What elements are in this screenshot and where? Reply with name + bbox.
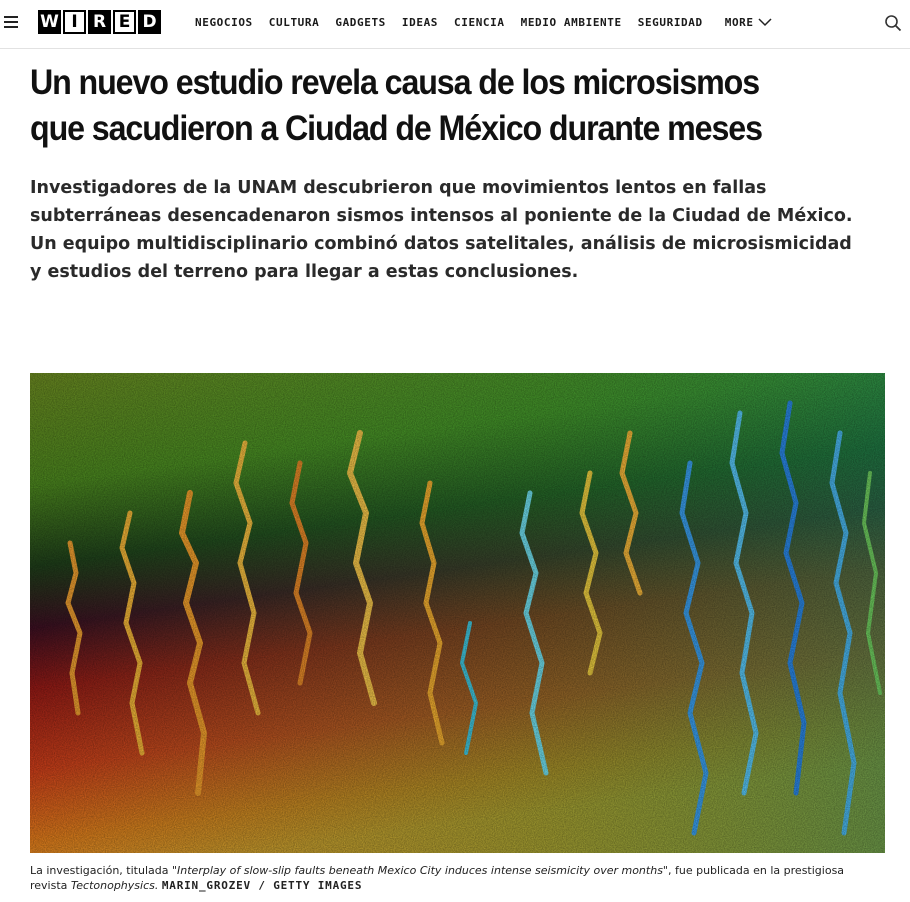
- logo-letter: D: [138, 10, 161, 34]
- more-menu-button[interactable]: MORE: [725, 16, 772, 29]
- logo-letter: R: [88, 10, 111, 34]
- caption-study-title: "Interplay of slow-slip faults beneath M…: [171, 864, 668, 877]
- nav-item-gadgets[interactable]: GADGETS: [335, 16, 386, 29]
- top-navigation-bar: W I R E D NEGOCIOS CULTURA GADGETS IDEAS…: [0, 0, 910, 49]
- logo-letter: W: [38, 10, 61, 34]
- nav-item-ideas[interactable]: IDEAS: [402, 16, 438, 29]
- article-dek: Investigadores de la UNAM descubrieron q…: [30, 178, 853, 282]
- logo-letter: I: [63, 10, 86, 34]
- more-label: MORE: [724, 16, 754, 29]
- logo-letter: E: [113, 10, 136, 34]
- nav-item-negocios[interactable]: NEGOCIOS: [195, 16, 253, 29]
- wired-logo[interactable]: W I R E D: [38, 10, 161, 36]
- caption-journal: Tectonophysics.: [70, 879, 159, 892]
- nav-item-seguridad[interactable]: SEGURIDAD: [638, 16, 703, 29]
- nav-item-ciencia[interactable]: CIENCIA: [454, 16, 505, 29]
- chevron-down-icon: [758, 18, 772, 27]
- search-icon[interactable]: [884, 14, 902, 32]
- fault-map-image: [30, 373, 885, 853]
- nav-item-cultura[interactable]: CULTURA: [269, 16, 320, 29]
- menu-icon[interactable]: [4, 16, 18, 30]
- hero-image: [30, 373, 885, 853]
- main-nav: NEGOCIOS CULTURA GADGETS IDEAS CIENCIA M…: [195, 16, 788, 29]
- image-caption: La investigación, titulada "Interplay of…: [30, 863, 880, 893]
- nav-item-medio-ambiente[interactable]: MEDIO AMBIENTE: [521, 16, 622, 29]
- caption-prefix: La investigación, titulada: [30, 864, 172, 877]
- article-title: Un nuevo estudio revela causa de los mic…: [30, 63, 763, 148]
- photo-credit: MARIN_GROZEV / GETTY IMAGES: [161, 879, 363, 892]
